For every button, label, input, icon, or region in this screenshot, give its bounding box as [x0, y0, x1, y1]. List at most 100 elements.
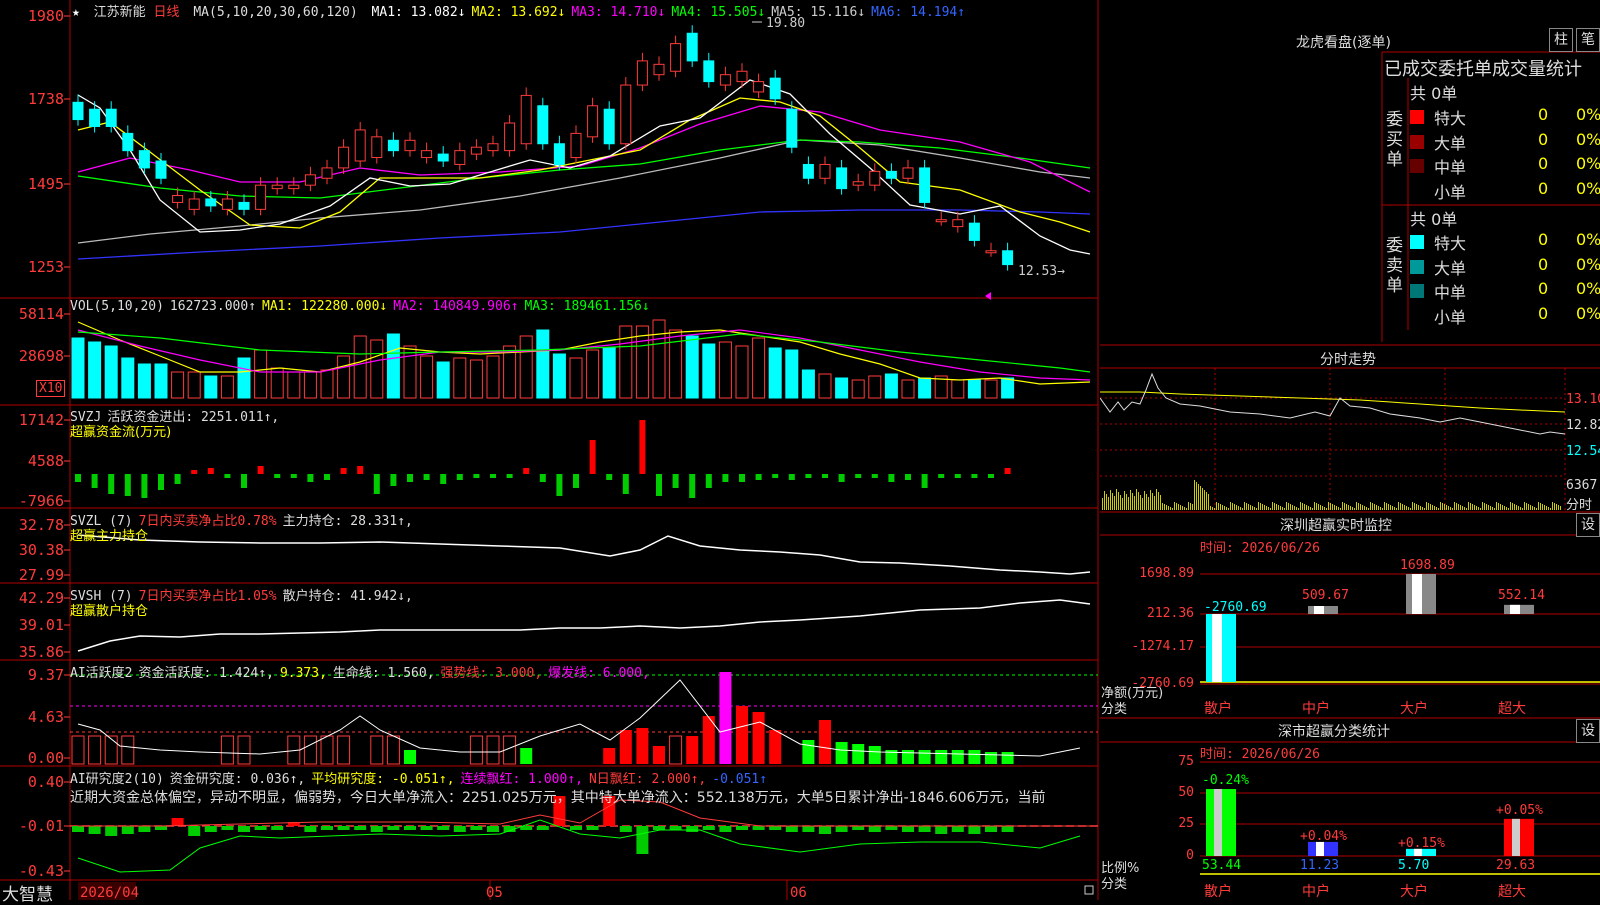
sz-class-settings-button[interactable]: 设	[1576, 719, 1600, 743]
vol-unit-badge: X10	[36, 380, 66, 397]
research-bar	[968, 826, 981, 834]
research-bar	[702, 826, 715, 830]
candle-body	[537, 105, 549, 145]
research-tick-3: -0.43	[18, 862, 64, 880]
intraday-vol-bar	[1214, 508, 1215, 510]
volume-bar	[121, 357, 135, 399]
intraday-tick-3: 12.54	[1566, 444, 1600, 459]
intraday-vol-bar	[1532, 506, 1533, 510]
class-bar-highlight	[1316, 841, 1324, 856]
intraday-vol-bar	[1266, 506, 1267, 510]
monitor-bar	[1504, 604, 1534, 614]
intraday-vol-bar	[1160, 495, 1161, 510]
intraday-vol-bar	[1142, 498, 1143, 510]
intraday-vol-bar	[1436, 507, 1437, 510]
intraday-vol-bar	[1110, 490, 1111, 510]
header-item: MA4: 15.505↓	[671, 5, 766, 20]
svsh-tick-3: 35.86	[18, 643, 64, 661]
intraday-vol-bar	[1286, 502, 1287, 510]
price-tick-1253: 1253	[27, 258, 64, 276]
research-bar	[188, 826, 201, 836]
price-tick-1495: 1495	[27, 175, 64, 193]
class-value-label: 29.63	[1496, 858, 1536, 873]
volume-bar	[835, 377, 849, 399]
candle-body	[487, 143, 499, 152]
svzl-tick-2: 30.38	[18, 541, 64, 559]
research-bar	[155, 826, 167, 830]
activity-bar	[603, 748, 616, 764]
intraday-vol-bar	[1502, 505, 1503, 510]
sz-monitor-settings-button[interactable]: 设	[1576, 513, 1600, 537]
research-bar	[802, 826, 815, 832]
dragon-tiger-title: 龙虎看盘(逐单)	[1296, 35, 1391, 51]
research-bar	[1001, 826, 1014, 832]
header-item: MA1: 13.082↓	[371, 5, 466, 20]
intraday-vol-bar	[1512, 503, 1513, 510]
candle-body	[221, 198, 233, 210]
volume-bar	[536, 329, 550, 399]
volume-bar	[370, 339, 384, 399]
research-bar	[985, 826, 997, 832]
volume-bar	[718, 341, 732, 399]
intraday-vol-bar	[1538, 502, 1539, 510]
header-item: 资金研究度: 0.036↑,	[169, 772, 306, 787]
volume-bar	[619, 325, 633, 399]
volume-bar	[785, 349, 799, 399]
intraday-tick-1: 13.10	[1566, 392, 1600, 407]
intraday-vol-bar	[1220, 504, 1221, 510]
volume-bar	[586, 349, 600, 399]
intraday-vol-bar	[1106, 494, 1107, 510]
activity-bar	[520, 748, 533, 764]
monitor-tick-1: 1698.89	[1139, 566, 1194, 581]
intraday-vol-bar	[1130, 490, 1131, 510]
tick-view-button[interactable]: 笔	[1576, 28, 1600, 52]
intraday-vol-bar	[1240, 507, 1241, 510]
research-bar	[619, 826, 632, 832]
flow-bar	[539, 474, 546, 482]
intraday-volume-bars	[1102, 480, 1561, 510]
volume-bar	[204, 375, 218, 399]
research-bar	[437, 826, 450, 830]
bar-view-button[interactable]: 柱	[1549, 28, 1573, 52]
intraday-vol-bar	[1528, 504, 1529, 510]
volume-bar	[154, 363, 168, 399]
class-tick-3: 25	[1178, 816, 1194, 831]
intraday-vol-bar	[1284, 508, 1285, 510]
research-bar	[88, 826, 101, 834]
intraday-vol-bar	[1144, 491, 1145, 510]
intraday-vol-bar	[1498, 503, 1499, 510]
order-color-swatch	[1410, 259, 1424, 274]
intraday-vol-bar	[1500, 504, 1501, 510]
research-bar	[918, 826, 931, 832]
order-color-swatch	[1410, 183, 1424, 198]
volume-bar	[901, 379, 915, 399]
intraday-vol-bar	[1148, 497, 1149, 510]
sz-monitor-date: 时间: 2026/06/26	[1200, 541, 1320, 556]
intraday-vol-bar	[1164, 504, 1165, 510]
research-bar	[935, 826, 948, 834]
favorite-star-icon[interactable]: ★	[72, 5, 80, 20]
activity-bar	[653, 746, 665, 764]
period-label[interactable]: 日线	[154, 5, 180, 20]
activity-bar	[819, 720, 831, 764]
order-percent: 0%	[1576, 230, 1600, 249]
k-line-chart-area[interactable]: 19.80 12.53→ 2026/04 05 06	[0, 0, 1100, 900]
candle-body	[819, 163, 831, 179]
activity-bar	[968, 750, 981, 764]
flow-bar	[423, 474, 430, 480]
intraday-vol-bar	[1104, 491, 1105, 510]
intraday-vol-bar	[1178, 504, 1179, 510]
intraday-vol-bar	[1516, 505, 1517, 510]
flow-bar	[523, 468, 530, 474]
candle-body	[404, 139, 416, 152]
intraday-vol-bar	[1224, 506, 1225, 510]
intraday-vol-label: 6367	[1566, 478, 1598, 493]
research-bar	[304, 826, 317, 832]
volume-bar	[984, 379, 998, 399]
intraday-vol-bar	[1490, 506, 1491, 510]
volume-bar	[420, 355, 434, 399]
ma-params: MA(5,10,20,30,60,120)	[193, 5, 358, 20]
monitor-value-label: -2760.69	[1204, 600, 1267, 615]
flow-bar	[373, 474, 380, 494]
intraday-vol-bar	[1544, 505, 1545, 510]
